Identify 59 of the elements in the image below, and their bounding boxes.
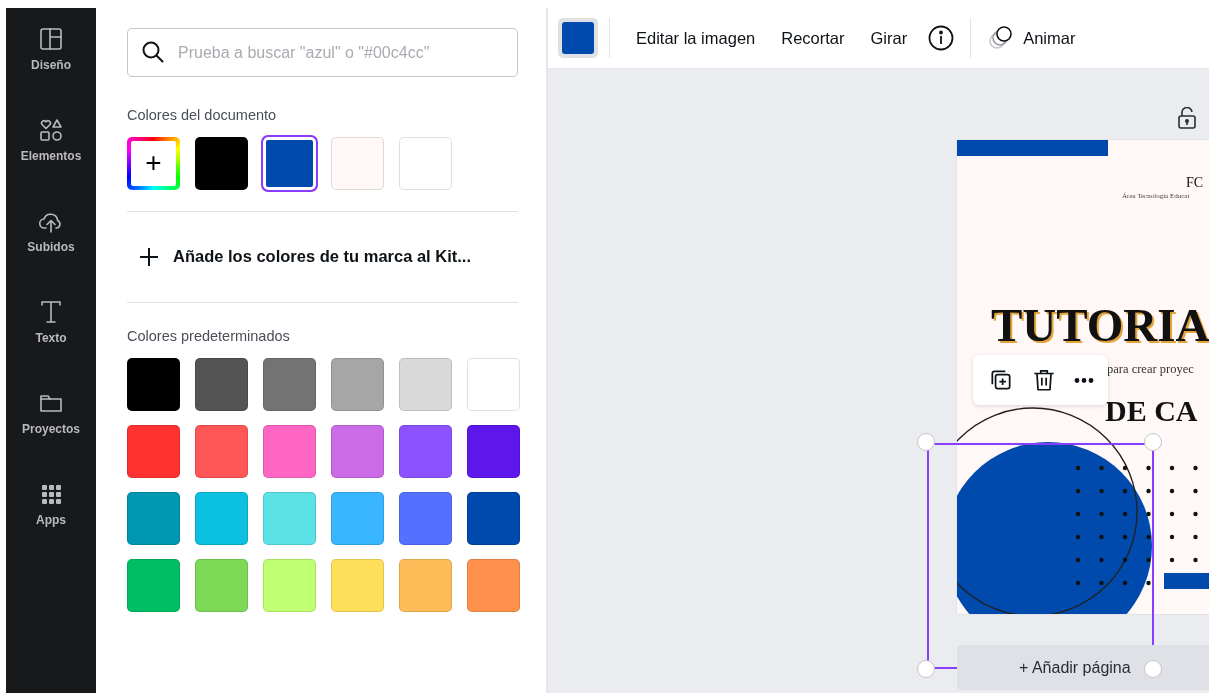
toolbar-button[interactable]: Girar: [857, 19, 921, 57]
add-brand-colors-link[interactable]: Añade los colores de tu marca al Kit...: [127, 211, 471, 302]
toolbar-button[interactable]: Editar la imagen: [623, 19, 769, 57]
color-swatch[interactable]: [399, 491, 452, 545]
sidebar-item[interactable]: Texto: [6, 299, 96, 390]
color-swatch[interactable]: [331, 491, 384, 545]
sidebar-item[interactable]: Elementos: [6, 117, 96, 208]
info-icon: [928, 25, 955, 52]
search-field[interactable]: Prueba a buscar "azul" o "#00c4cc": [127, 28, 518, 77]
section-title: Colores del documento: [127, 106, 278, 125]
design-subtitle: para crear proyec: [1107, 361, 1194, 378]
color-swatch[interactable]: [331, 558, 384, 612]
add-page-button[interactable]: + Añadir página: [957, 645, 1209, 690]
add-color-button[interactable]: +: [127, 136, 180, 190]
unlocked-padlock-icon: [1177, 107, 1197, 129]
animate-button[interactable]: Animar: [981, 18, 1089, 58]
sidebar-item[interactable]: Subidos: [6, 208, 96, 299]
color-swatch[interactable]: [127, 491, 180, 545]
resize-handle[interactable]: [917, 660, 935, 678]
text-icon: [38, 299, 64, 325]
sidebar-item[interactable]: Apps: [6, 481, 96, 572]
more-icon: [1073, 377, 1094, 383]
color-swatch[interactable]: [127, 558, 180, 612]
lock-button[interactable]: [1175, 105, 1199, 131]
color-swatch[interactable]: [195, 357, 248, 411]
color-swatch[interactable]: [195, 491, 248, 545]
color-swatch[interactable]: [127, 357, 180, 411]
color-swatch[interactable]: [467, 491, 520, 545]
color-swatch[interactable]: [195, 424, 248, 478]
footer-bar: [1164, 573, 1209, 589]
color-swatch[interactable]: [399, 558, 452, 612]
color-swatch[interactable]: [127, 424, 180, 478]
color-swatch[interactable]: [263, 424, 316, 478]
color-swatch[interactable]: [399, 424, 452, 478]
color-swatch[interactable]: [467, 424, 520, 478]
color-swatch[interactable]: [195, 136, 248, 190]
color-swatch[interactable]: [467, 558, 520, 612]
sidebar-item[interactable]: Diseño: [6, 26, 96, 117]
color-swatch[interactable]: [331, 357, 384, 411]
toolbar-button[interactable]: Recortar: [768, 19, 858, 57]
color-swatch[interactable]: [263, 558, 316, 612]
resize-handle[interactable]: [917, 433, 935, 451]
color-swatch[interactable]: [331, 424, 384, 478]
fill-color-button[interactable]: [558, 18, 598, 58]
section-title: Colores predeterminados: [127, 326, 291, 346]
color-swatch[interactable]: [399, 136, 452, 190]
sidebar-item[interactable]: Proyectos: [6, 390, 96, 481]
color-swatch[interactable]: [331, 136, 384, 190]
color-swatch[interactable]: [263, 357, 316, 411]
color-swatch[interactable]: [467, 357, 520, 411]
organization-name: FC: [1186, 174, 1204, 192]
shapes-icon: [38, 117, 64, 143]
layout-icon: [38, 26, 64, 52]
color-swatch[interactable]: [263, 491, 316, 545]
design-title: TUTORIA: [991, 298, 1209, 353]
color-swatch[interactable]: [399, 357, 452, 411]
color-swatch[interactable]: [195, 558, 248, 612]
design-title: DE CA: [1105, 393, 1198, 429]
plus-icon: [139, 246, 159, 267]
